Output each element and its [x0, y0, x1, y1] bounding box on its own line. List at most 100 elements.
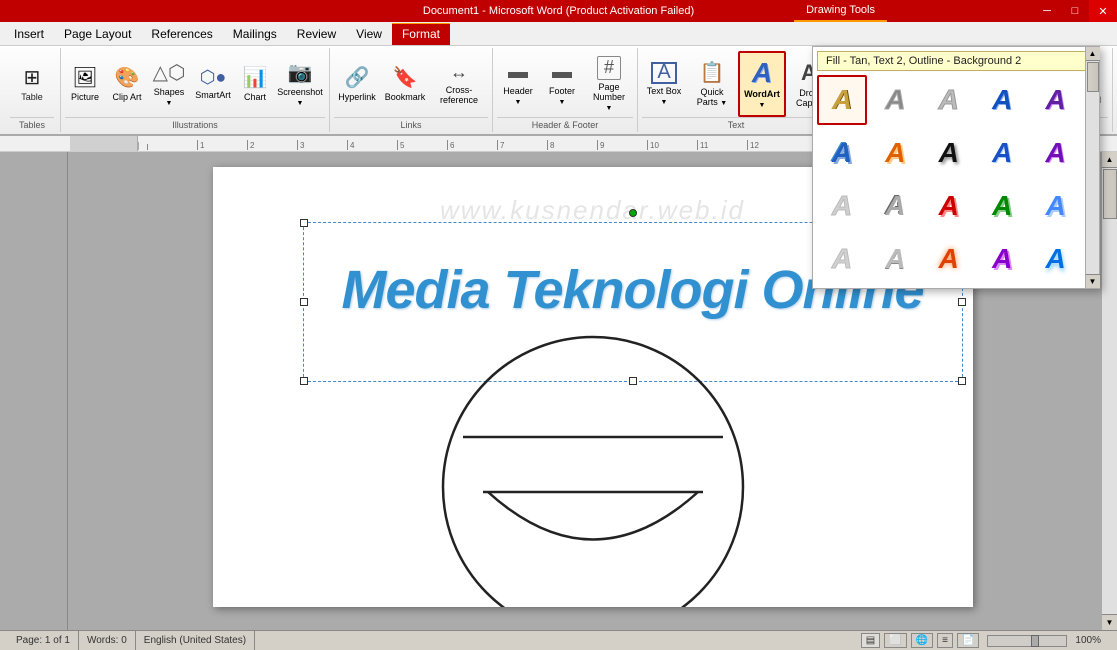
menu-bar: Insert Page Layout References Mailings R… [0, 22, 1117, 46]
header-button[interactable]: ▬ Header ▼ [497, 53, 539, 115]
vertical-scrollbar[interactable]: ▲ ▼ [1101, 152, 1117, 630]
footer-button[interactable]: ▬ Footer ▼ [541, 53, 583, 115]
footer-icon: ▬ [552, 61, 572, 84]
gallery-item-13[interactable]: A [977, 181, 1027, 231]
screenshot-button[interactable]: 📷 Screenshot ▼ [275, 53, 325, 115]
pagenumber-icon: # [597, 56, 621, 80]
gallery-item-19[interactable]: A [1031, 234, 1081, 284]
picture-label: Picture [71, 92, 99, 102]
ribbon-group-links: 🔗 Hyperlink 🔖 Bookmark ↔ Cross-reference… [330, 48, 493, 132]
hyperlink-button[interactable]: 🔗 Hyperlink [334, 53, 380, 115]
ribbon-group-illustrations: 🖼 Picture 🎨 Clip Art △⬡ Shapes ▼ ⬡● Smar… [61, 48, 330, 132]
wordart-button[interactable]: A WordArt ▼ [738, 51, 786, 117]
gallery-item-1[interactable]: A [870, 75, 920, 125]
gallery-scroll-thumb[interactable] [1087, 62, 1099, 92]
zoom-level[interactable]: 100% [1075, 635, 1101, 646]
clipart-label: Clip Art [112, 92, 141, 102]
shapes-label: Shapes ▼ [153, 87, 185, 107]
minimize-button[interactable]: ─ [1033, 0, 1061, 22]
wordart-gallery: Fill - Tan, Text 2, Outline - Background… [812, 46, 1100, 289]
table-button[interactable]: ⊞ Table [10, 53, 54, 115]
pagenumber-button[interactable]: # Page Number ▼ [585, 53, 633, 115]
picture-button[interactable]: 🖼 Picture [65, 53, 105, 115]
left-margin [0, 152, 68, 630]
gallery-item-2[interactable]: A [924, 75, 974, 125]
smartart-label: SmartArt [195, 90, 231, 100]
menu-item-review[interactable]: Review [287, 23, 346, 45]
crossreference-button[interactable]: ↔ Cross-reference [430, 53, 488, 115]
handle-tc[interactable] [629, 209, 637, 217]
view-draft-button[interactable]: 📄 [957, 633, 979, 648]
title-bar: Document1 - Microsoft Word (Product Acti… [0, 0, 1117, 22]
scroll-thumb[interactable] [1103, 169, 1117, 219]
gallery-scroll-down[interactable]: ▼ [1086, 274, 1100, 288]
bookmark-button[interactable]: 🔖 Bookmark [382, 53, 428, 115]
scroll-up-button[interactable]: ▲ [1102, 152, 1117, 168]
textbox-button[interactable]: A Text Box ▼ [642, 53, 686, 115]
menu-item-view[interactable]: View [346, 23, 392, 45]
view-fullscreen-button[interactable]: ⬜ [884, 633, 906, 648]
view-web-button[interactable]: 🌐 [911, 633, 933, 648]
table-icon: ⊞ [24, 65, 41, 90]
clipart-icon: 🎨 [115, 65, 140, 90]
picture-icon: 🖼 [72, 65, 97, 90]
gallery-item-15[interactable]: A [817, 234, 867, 284]
gallery-item-0[interactable]: A [817, 75, 867, 125]
status-language[interactable]: English (United States) [136, 631, 255, 650]
quickparts-button[interactable]: 📋 Quick Parts ▼ [688, 53, 736, 115]
header-footer-group-label: Header & Footer [497, 117, 633, 130]
circle-drawing [403, 307, 783, 607]
view-outline-button[interactable]: ≡ [937, 633, 953, 648]
gallery-item-12[interactable]: A [924, 181, 974, 231]
bookmark-label: Bookmark [385, 92, 426, 102]
gallery-item-17[interactable]: A [924, 234, 974, 284]
links-group-label: Links [334, 117, 488, 130]
menu-item-mailings[interactable]: Mailings [223, 23, 287, 45]
bookmark-icon: 🔖 [393, 65, 418, 90]
ribbon: ⊞ Table Tables 🖼 Picture 🎨 Clip Art △⬡ S… [0, 46, 1117, 136]
maximize-button[interactable]: □ [1061, 0, 1089, 22]
handle-br[interactable] [958, 377, 966, 385]
menu-item-references[interactable]: References [141, 23, 222, 45]
screenshot-icon: 📷 [288, 60, 313, 85]
table-label: Table [21, 92, 43, 102]
gallery-scrollbar[interactable]: ▲ ▼ [1085, 47, 1099, 288]
zoom-slider[interactable] [987, 635, 1067, 647]
ribbon-group-header-footer: ▬ Header ▼ ▬ Footer ▼ # Page Number ▼ He… [493, 48, 638, 132]
handle-bl[interactable] [300, 377, 308, 385]
menu-item-pagelayout[interactable]: Page Layout [54, 23, 141, 45]
status-page[interactable]: Page: 1 of 1 [8, 631, 79, 650]
menu-item-insert[interactable]: Insert [4, 23, 54, 45]
scroll-track [1102, 168, 1117, 614]
gallery-item-5[interactable]: A [817, 128, 867, 178]
shapes-button[interactable]: △⬡ Shapes ▼ [149, 53, 189, 115]
gallery-item-4[interactable]: A [1031, 75, 1081, 125]
window-controls: ─ □ ✕ [1033, 0, 1117, 22]
gallery-item-10[interactable]: A [817, 181, 867, 231]
gallery-item-8[interactable]: A [977, 128, 1027, 178]
gallery-item-18[interactable]: A [977, 234, 1027, 284]
status-words[interactable]: Words: 0 [79, 631, 136, 650]
gallery-item-16[interactable]: A [870, 234, 920, 284]
gallery-item-11[interactable]: A [870, 181, 920, 231]
textbox-icon: A [651, 62, 677, 84]
gallery-item-6[interactable]: A [870, 128, 920, 178]
view-print-button[interactable]: ▤ [861, 633, 880, 648]
clipart-button[interactable]: 🎨 Clip Art [107, 53, 147, 115]
smartart-button[interactable]: ⬡● SmartArt [191, 53, 235, 115]
gallery-item-9[interactable]: A [1031, 128, 1081, 178]
gallery-scroll-up[interactable]: ▲ [1086, 47, 1100, 61]
chart-button[interactable]: 📊 Chart [237, 53, 273, 115]
gallery-item-7[interactable]: A [924, 128, 974, 178]
scroll-down-button[interactable]: ▼ [1102, 614, 1117, 630]
drawing-tools-context: Drawing Tools [794, 0, 887, 22]
gallery-item-3[interactable]: A [977, 75, 1027, 125]
menu-item-format[interactable]: Format [392, 23, 450, 45]
gallery-tooltip: Fill - Tan, Text 2, Outline - Background… [817, 51, 1095, 71]
gallery-item-14[interactable]: A [1031, 181, 1081, 231]
ribbon-group-tables: ⊞ Table Tables [4, 48, 61, 132]
chart-icon: 📊 [243, 65, 268, 90]
footer-label: Footer ▼ [545, 86, 579, 106]
hyperlink-label: Hyperlink [338, 92, 376, 102]
close-button[interactable]: ✕ [1089, 0, 1117, 22]
